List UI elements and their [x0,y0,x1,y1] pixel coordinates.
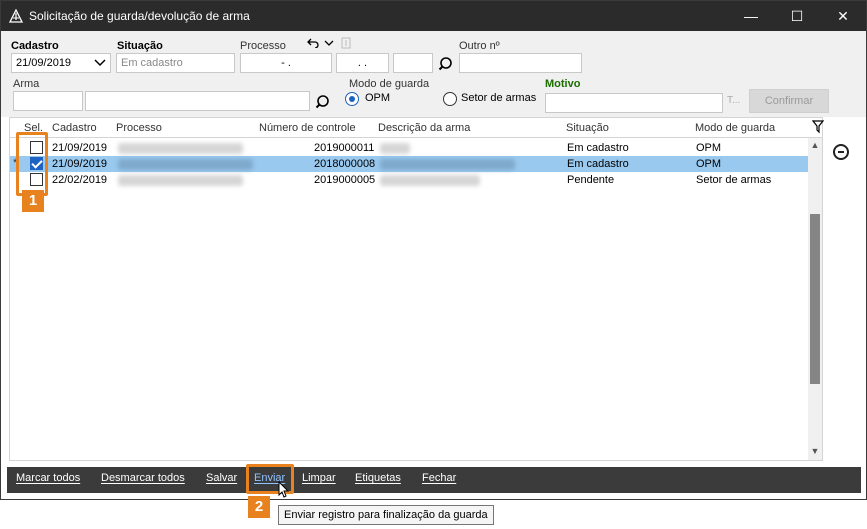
cell-modo-guarda: Setor de armas [696,174,772,186]
motivo-ellipsis-button[interactable]: T... [727,95,740,106]
arma-label: Arma [13,78,40,90]
cell-cadastro: 22/02/2019 [52,174,108,186]
column-header-numero-controle[interactable]: Número de controle [259,122,356,134]
situacao-field[interactable]: Em cadastro [116,53,235,73]
outro-label: Outro nº [459,40,500,52]
cadastro-date-value: 21/09/2019 [16,57,72,69]
mouse-pointer-icon [278,481,290,498]
situacao-label: Situação [117,40,163,52]
remove-row-icon[interactable] [833,144,849,160]
cell-numero-controle: 2019000005 [314,174,376,186]
confirm-button[interactable]: Confirmar [749,89,829,113]
redacted-processo [118,175,243,186]
column-header-modo-guarda[interactable]: Modo de guarda [695,122,775,134]
column-header-descricao-arma[interactable]: Descrição da arma [378,122,470,134]
redacted-processo [118,159,253,170]
column-header-processo[interactable]: Processo [116,122,162,134]
app-icon [9,9,23,23]
fechar-button[interactable]: Fechar [422,472,456,484]
annotation-highlight-checkboxes [16,132,48,196]
search-icon[interactable] [315,93,333,111]
annotation-badge-2: 2 [248,496,270,518]
main-window: Solicitação de guarda/devolução de arma … [0,0,867,500]
scroll-down-arrow-icon[interactable]: ▼ [808,444,822,458]
redacted-descricao [380,159,515,170]
cadastro-label: Cadastro [11,40,59,52]
radio-setor-armas[interactable] [443,92,457,106]
bottom-toolbar: Marcar todos Desmarcar todos Salvar Envi… [7,467,861,493]
cell-cadastro: 21/09/2019 [52,142,108,154]
cell-cadastro: 21/09/2019 [52,158,108,170]
filter-form: Cadastro 21/09/2019 Situação Em cadastro… [1,31,866,117]
window-title: Solicitação de guarda/devolução de arma [29,9,250,23]
limpar-button[interactable]: Limpar [302,472,336,484]
redacted-processo [118,143,243,154]
undo-icon[interactable] [307,38,319,48]
cadastro-date-field[interactable]: 21/09/2019 [11,53,111,73]
processo-label: Processo [240,40,286,52]
table-row[interactable]: 21/09/2019 2019000011 Em cadastro OPM [10,140,808,156]
cell-numero-controle: 2018000008 [314,158,376,170]
maximize-button[interactable]: ☐ [774,1,820,31]
processo-part3-field[interactable] [393,53,433,73]
outro-field[interactable] [459,53,582,73]
radio-opm[interactable] [345,92,359,106]
modo-guarda-radio-group: OPM Setor de armas [339,89,539,113]
desmarcar-todos-button[interactable]: Desmarcar todos [101,472,185,484]
vertical-scrollbar[interactable]: ▲ ▼ [808,138,822,460]
cell-situacao: Em cadastro [567,158,629,170]
title-bar: Solicitação de guarda/devolução de arma … [1,1,866,31]
cell-modo-guarda: OPM [696,142,722,154]
processo-part1-field[interactable]: - . [240,53,332,73]
redacted-descricao [380,175,480,186]
redacted-descricao [380,143,410,154]
arma-code-field[interactable] [13,91,83,111]
column-header-cadastro[interactable]: Cadastro [52,122,97,134]
cell-numero-controle: 2019000011 [314,142,375,154]
column-header-situacao[interactable]: Situação [566,122,609,134]
grid-header: Sel. Cadastro Processo Número de control… [10,118,824,138]
marcar-todos-button[interactable]: Marcar todos [16,472,80,484]
radio-opm-label[interactable]: OPM [365,92,390,104]
etiquetas-button[interactable]: Etiquetas [355,472,401,484]
minimize-button[interactable]: — [728,1,774,31]
salvar-button[interactable]: Salvar [206,472,237,484]
chevron-down-icon[interactable] [324,40,334,47]
enviar-tooltip: Enviar registro para finalização da guar… [278,505,494,525]
arma-desc-field[interactable] [85,91,310,111]
annotation-badge-1: 1 [22,190,44,212]
processo-part2-field[interactable]: . . [336,53,389,73]
close-button[interactable]: ✕ [820,1,866,31]
table-row[interactable]: 22/02/2019 2019000005 Pendente Setor de … [10,172,808,188]
cell-situacao: Em cadastro [567,142,629,154]
motivo-label: Motivo [545,78,581,90]
chevron-down-icon[interactable] [94,59,106,67]
motivo-field[interactable] [545,93,723,113]
table-row-selected[interactable]: * 21/09/2019 2018000008 Em cadastro OPM [10,156,808,172]
scroll-up-arrow-icon[interactable]: ▲ [808,138,822,152]
cell-situacao: Pendente [567,174,615,186]
cell-modo-guarda: OPM [696,158,722,170]
records-grid: Sel. Cadastro Processo Número de control… [9,117,824,461]
filter-icon[interactable] [812,120,824,134]
radio-setor-armas-label[interactable]: Setor de armas [461,92,536,104]
document-icon[interactable] [341,37,351,49]
scroll-thumb[interactable] [810,214,820,384]
search-icon[interactable] [438,55,456,73]
